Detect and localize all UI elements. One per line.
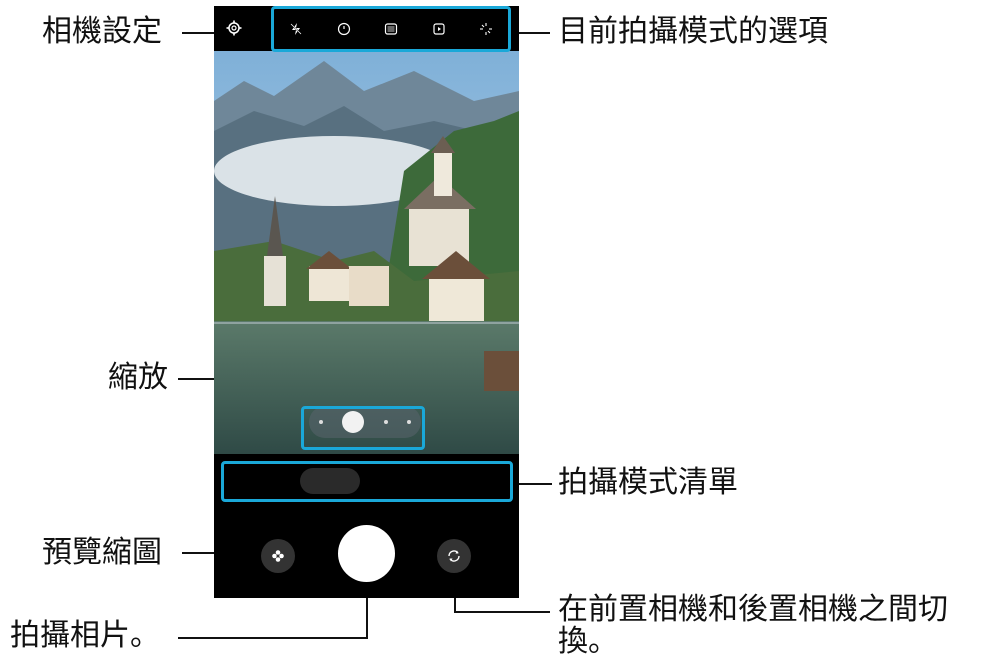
callout-shooting-options: 目前拍攝模式的選項: [558, 14, 828, 49]
settings-button[interactable]: [220, 14, 248, 42]
landscape-preview-image: [214, 51, 519, 454]
callout-camera-settings: 相機設定: [42, 14, 162, 49]
flower-icon: [272, 550, 284, 562]
rotate-camera-icon: [448, 550, 460, 562]
callout-preview-thumbnail: 預覽縮圖: [42, 535, 162, 570]
callout-mode-list: 拍攝模式清單: [558, 465, 738, 500]
options-highlight-box: [271, 6, 511, 52]
callout-take-photo: 拍攝相片。: [10, 618, 160, 653]
camera-screen: [214, 6, 519, 598]
gear-icon: [226, 20, 242, 36]
modes-highlight-box: [221, 461, 513, 502]
zoom-highlight-box: [301, 406, 425, 450]
callout-switch-cameras-line1: 在前置相機和後置相機之間切: [558, 592, 948, 627]
callout-zoom: 縮放: [108, 360, 168, 395]
leader-line-switch: [455, 611, 550, 613]
switch-camera-button[interactable]: [437, 539, 471, 573]
shutter-button[interactable]: [338, 525, 395, 582]
preview-thumbnail-button[interactable]: [261, 539, 295, 573]
viewfinder[interactable]: [214, 51, 519, 454]
leader-line-take-photo: [178, 637, 368, 639]
callout-switch-cameras-line2: 換。: [558, 624, 618, 659]
